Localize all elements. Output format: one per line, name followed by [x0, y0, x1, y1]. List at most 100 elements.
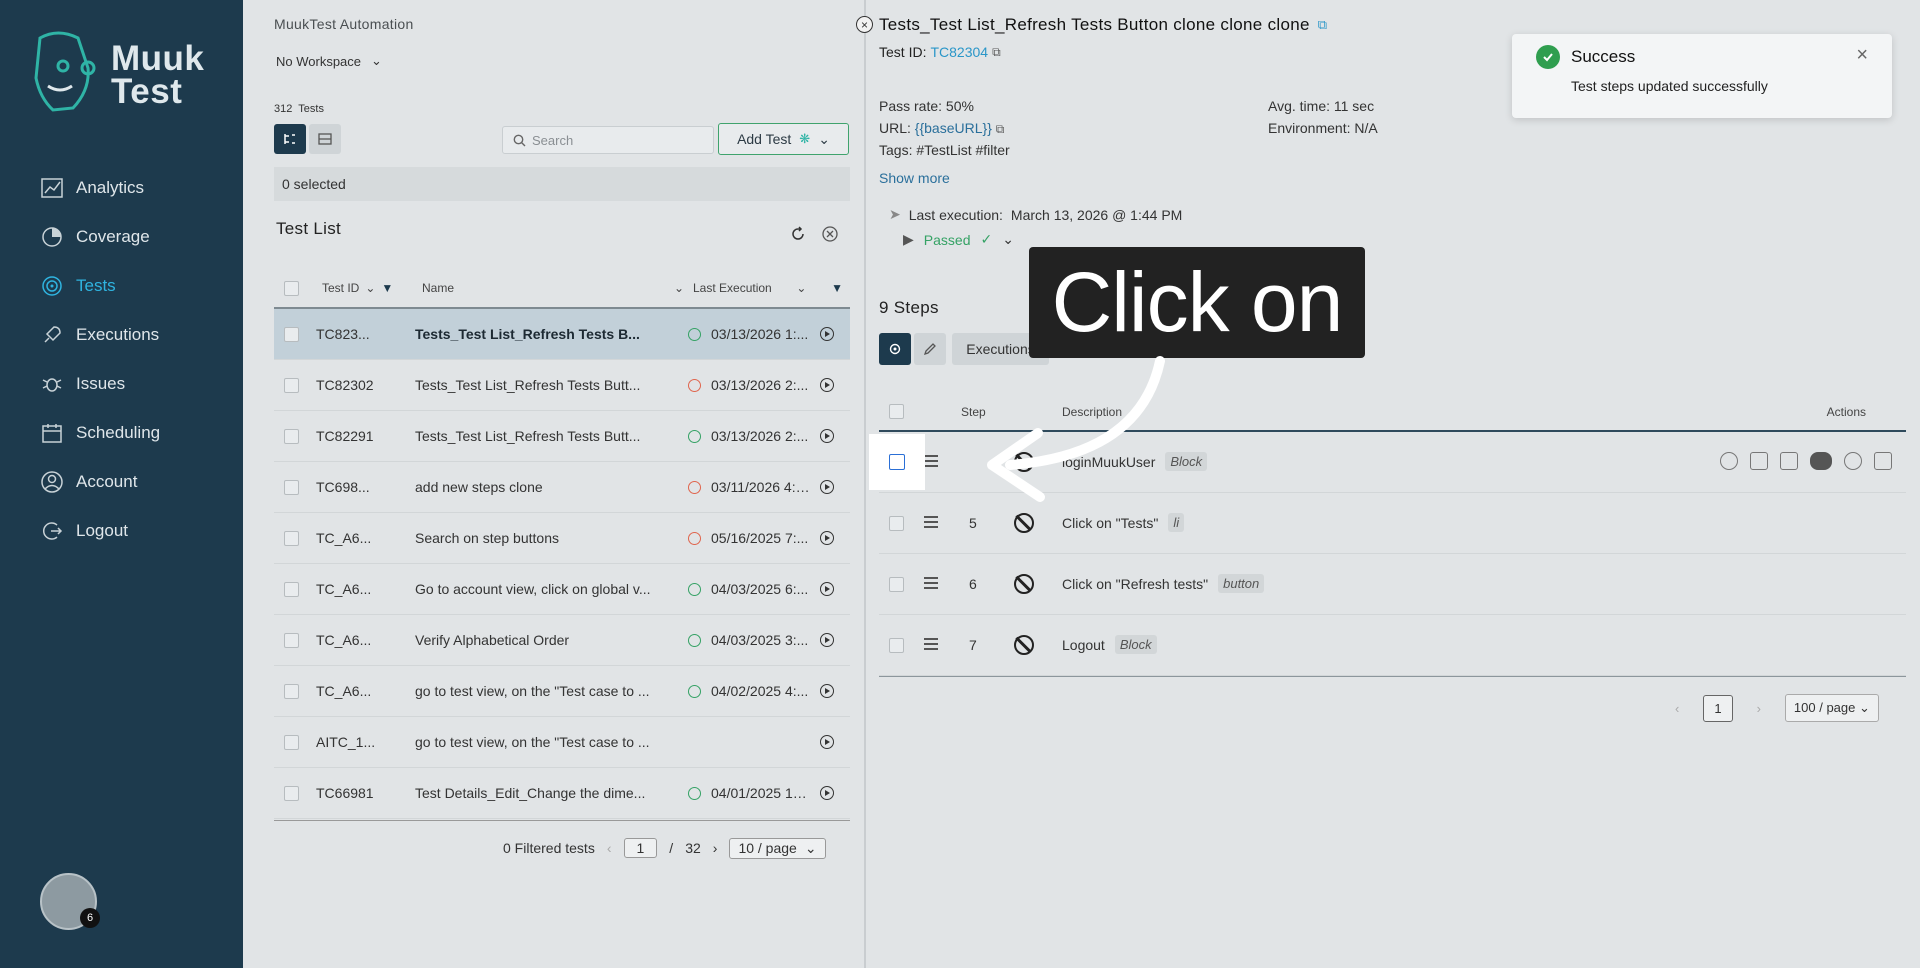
list-view-button[interactable]: [274, 124, 306, 154]
row-test-name[interactable]: Verify Alphabetical Order: [415, 632, 670, 648]
play-icon[interactable]: [820, 633, 834, 647]
row-test-name[interactable]: Search on step buttons: [415, 530, 670, 546]
eye-icon[interactable]: [1844, 452, 1862, 470]
select-all-steps-checkbox[interactable]: [889, 404, 904, 419]
steps-view-button[interactable]: [879, 333, 911, 365]
row-checkbox[interactable]: [284, 735, 299, 750]
copy-icon[interactable]: ⧉: [992, 45, 1001, 60]
prev-page-icon[interactable]: ‹: [607, 840, 612, 856]
filter-icon[interactable]: ▼: [831, 281, 843, 295]
play-icon[interactable]: [820, 531, 834, 545]
play-icon[interactable]: [820, 429, 834, 443]
add-icon[interactable]: [1720, 452, 1738, 470]
next-page-icon[interactable]: ›: [1757, 701, 1761, 716]
drag-handle-icon[interactable]: [924, 455, 938, 467]
sidebar-item-coverage[interactable]: Coverage: [40, 219, 150, 255]
column-test-id[interactable]: Test ID ⌄ ▼: [322, 281, 393, 295]
step-checkbox[interactable]: [889, 454, 905, 470]
play-icon[interactable]: [820, 378, 834, 392]
play-icon[interactable]: [820, 735, 834, 749]
row-checkbox[interactable]: [284, 480, 299, 495]
step-checkbox[interactable]: [889, 638, 904, 653]
play-icon[interactable]: [820, 786, 834, 800]
drag-handle-icon[interactable]: [924, 577, 938, 589]
page-input[interactable]: 1: [623, 838, 658, 858]
table-row[interactable]: TC66981 Test Details_Edit_Change the dime…: [274, 768, 850, 819]
disabled-icon[interactable]: [1014, 635, 1034, 655]
prev-page-icon[interactable]: ‹: [1675, 701, 1679, 716]
table-row[interactable]: TC_A6... Search on step buttons 05/16/2025…: [274, 513, 850, 564]
play-icon[interactable]: [820, 327, 834, 341]
trash-icon[interactable]: [1874, 452, 1892, 470]
next-page-icon[interactable]: ›: [713, 840, 718, 856]
refresh-icon[interactable]: [789, 225, 807, 243]
table-row[interactable]: TC823... Tests_Test List_Refresh Tests B.…: [274, 309, 850, 360]
filter-icon[interactable]: ▼: [381, 281, 393, 295]
add-test-button[interactable]: Add Test ❋ ⌄: [718, 123, 849, 155]
grid-view-button[interactable]: [309, 124, 341, 154]
close-icon[interactable]: ×: [856, 16, 873, 33]
column-last-execution[interactable]: Last Execution ⌄ ▼: [693, 281, 843, 295]
row-test-name[interactable]: Test Details_Edit_Change the dime...: [415, 785, 670, 801]
row-test-name[interactable]: Tests_Test List_Refresh Tests B...: [415, 326, 670, 342]
search-input[interactable]: Search: [502, 126, 714, 154]
disabled-icon[interactable]: [1014, 574, 1034, 594]
disabled-icon[interactable]: [1014, 513, 1034, 533]
workspace-select[interactable]: No Workspace ⌄: [276, 50, 382, 72]
chevron-down-icon[interactable]: ⌄: [1002, 231, 1014, 248]
play-icon[interactable]: [820, 582, 834, 596]
row-checkbox[interactable]: [284, 633, 299, 648]
table-row[interactable]: TC698... add new steps clone 03/11/2026 4:…: [274, 462, 850, 513]
step-row[interactable]: 7 Logout Block: [879, 615, 1906, 676]
row-checkbox[interactable]: [284, 684, 299, 699]
sidebar-item-tests[interactable]: Tests: [40, 268, 116, 304]
table-row[interactable]: AITC_1... go to test view, on the "Test c…: [274, 717, 850, 768]
play-icon[interactable]: ▶: [903, 231, 914, 248]
row-checkbox[interactable]: [284, 582, 299, 597]
close-icon[interactable]: ×: [1856, 44, 1868, 67]
sidebar-item-scheduling[interactable]: Scheduling: [40, 415, 160, 451]
sidebar-item-issues[interactable]: Issues: [40, 366, 125, 402]
table-row[interactable]: TC82291 Tests_Test List_Refresh Tests But…: [274, 411, 850, 462]
table-row[interactable]: TC82302 Tests_Test List_Refresh Tests But…: [274, 360, 850, 411]
copy-icon[interactable]: ⧉: [996, 122, 1005, 136]
show-more-link[interactable]: Show more: [879, 170, 950, 186]
execution-status[interactable]: ▶ Passed ✓ ⌄: [903, 231, 1014, 248]
select-all-checkbox[interactable]: [284, 281, 299, 296]
row-test-name[interactable]: Tests_Test List_Refresh Tests Butt...: [415, 428, 670, 444]
highlighted-step-checkbox[interactable]: [869, 434, 925, 490]
row-test-name[interactable]: Go to account view, click on global v...: [415, 581, 670, 597]
row-test-name[interactable]: Tests_Test List_Refresh Tests Butt...: [415, 377, 670, 393]
page-size-select[interactable]: 100 / page ⌄: [1784, 694, 1879, 722]
row-checkbox[interactable]: [284, 378, 299, 393]
sidebar-item-logout[interactable]: Logout: [40, 513, 128, 549]
test-id-link[interactable]: TC82304: [930, 44, 988, 60]
copy-icon[interactable]: ⧉: [1318, 17, 1328, 33]
row-test-name[interactable]: add new steps clone: [415, 479, 670, 495]
sidebar-item-account[interactable]: Account: [40, 464, 137, 500]
sidebar-item-analytics[interactable]: Analytics: [40, 170, 144, 206]
play-icon[interactable]: [820, 684, 834, 698]
step-checkbox[interactable]: [889, 577, 904, 592]
play-icon[interactable]: [820, 480, 834, 494]
table-row[interactable]: TC_A6... Verify Alphabetical Order 04/03/2…: [274, 615, 850, 666]
copy-icon[interactable]: [1780, 452, 1798, 470]
row-checkbox[interactable]: [284, 531, 299, 546]
row-checkbox[interactable]: [284, 786, 299, 801]
clear-filter-icon[interactable]: [821, 225, 839, 243]
step-row[interactable]: 6 Click on "Refresh tests" button: [879, 554, 1906, 615]
table-row[interactable]: TC_A6... go to test view, on the "Test ca…: [274, 666, 850, 717]
row-checkbox[interactable]: [284, 327, 299, 342]
step-checkbox[interactable]: [889, 516, 904, 531]
current-page[interactable]: 1: [1703, 694, 1733, 722]
column-name[interactable]: Name ⌄: [422, 281, 684, 295]
table-row[interactable]: TC_A6... Go to account view, click on glo…: [274, 564, 850, 615]
sidebar-item-executions[interactable]: Executions: [40, 317, 159, 353]
url-value[interactable]: {{baseURL}}: [915, 120, 992, 136]
edit-steps-button[interactable]: [914, 333, 946, 365]
row-test-name[interactable]: go to test view, on the "Test case to ..…: [415, 683, 670, 699]
row-checkbox[interactable]: [284, 429, 299, 444]
duplicate-icon[interactable]: [1750, 452, 1768, 470]
drag-handle-icon[interactable]: [924, 638, 938, 650]
drag-handle-icon[interactable]: [924, 516, 938, 528]
